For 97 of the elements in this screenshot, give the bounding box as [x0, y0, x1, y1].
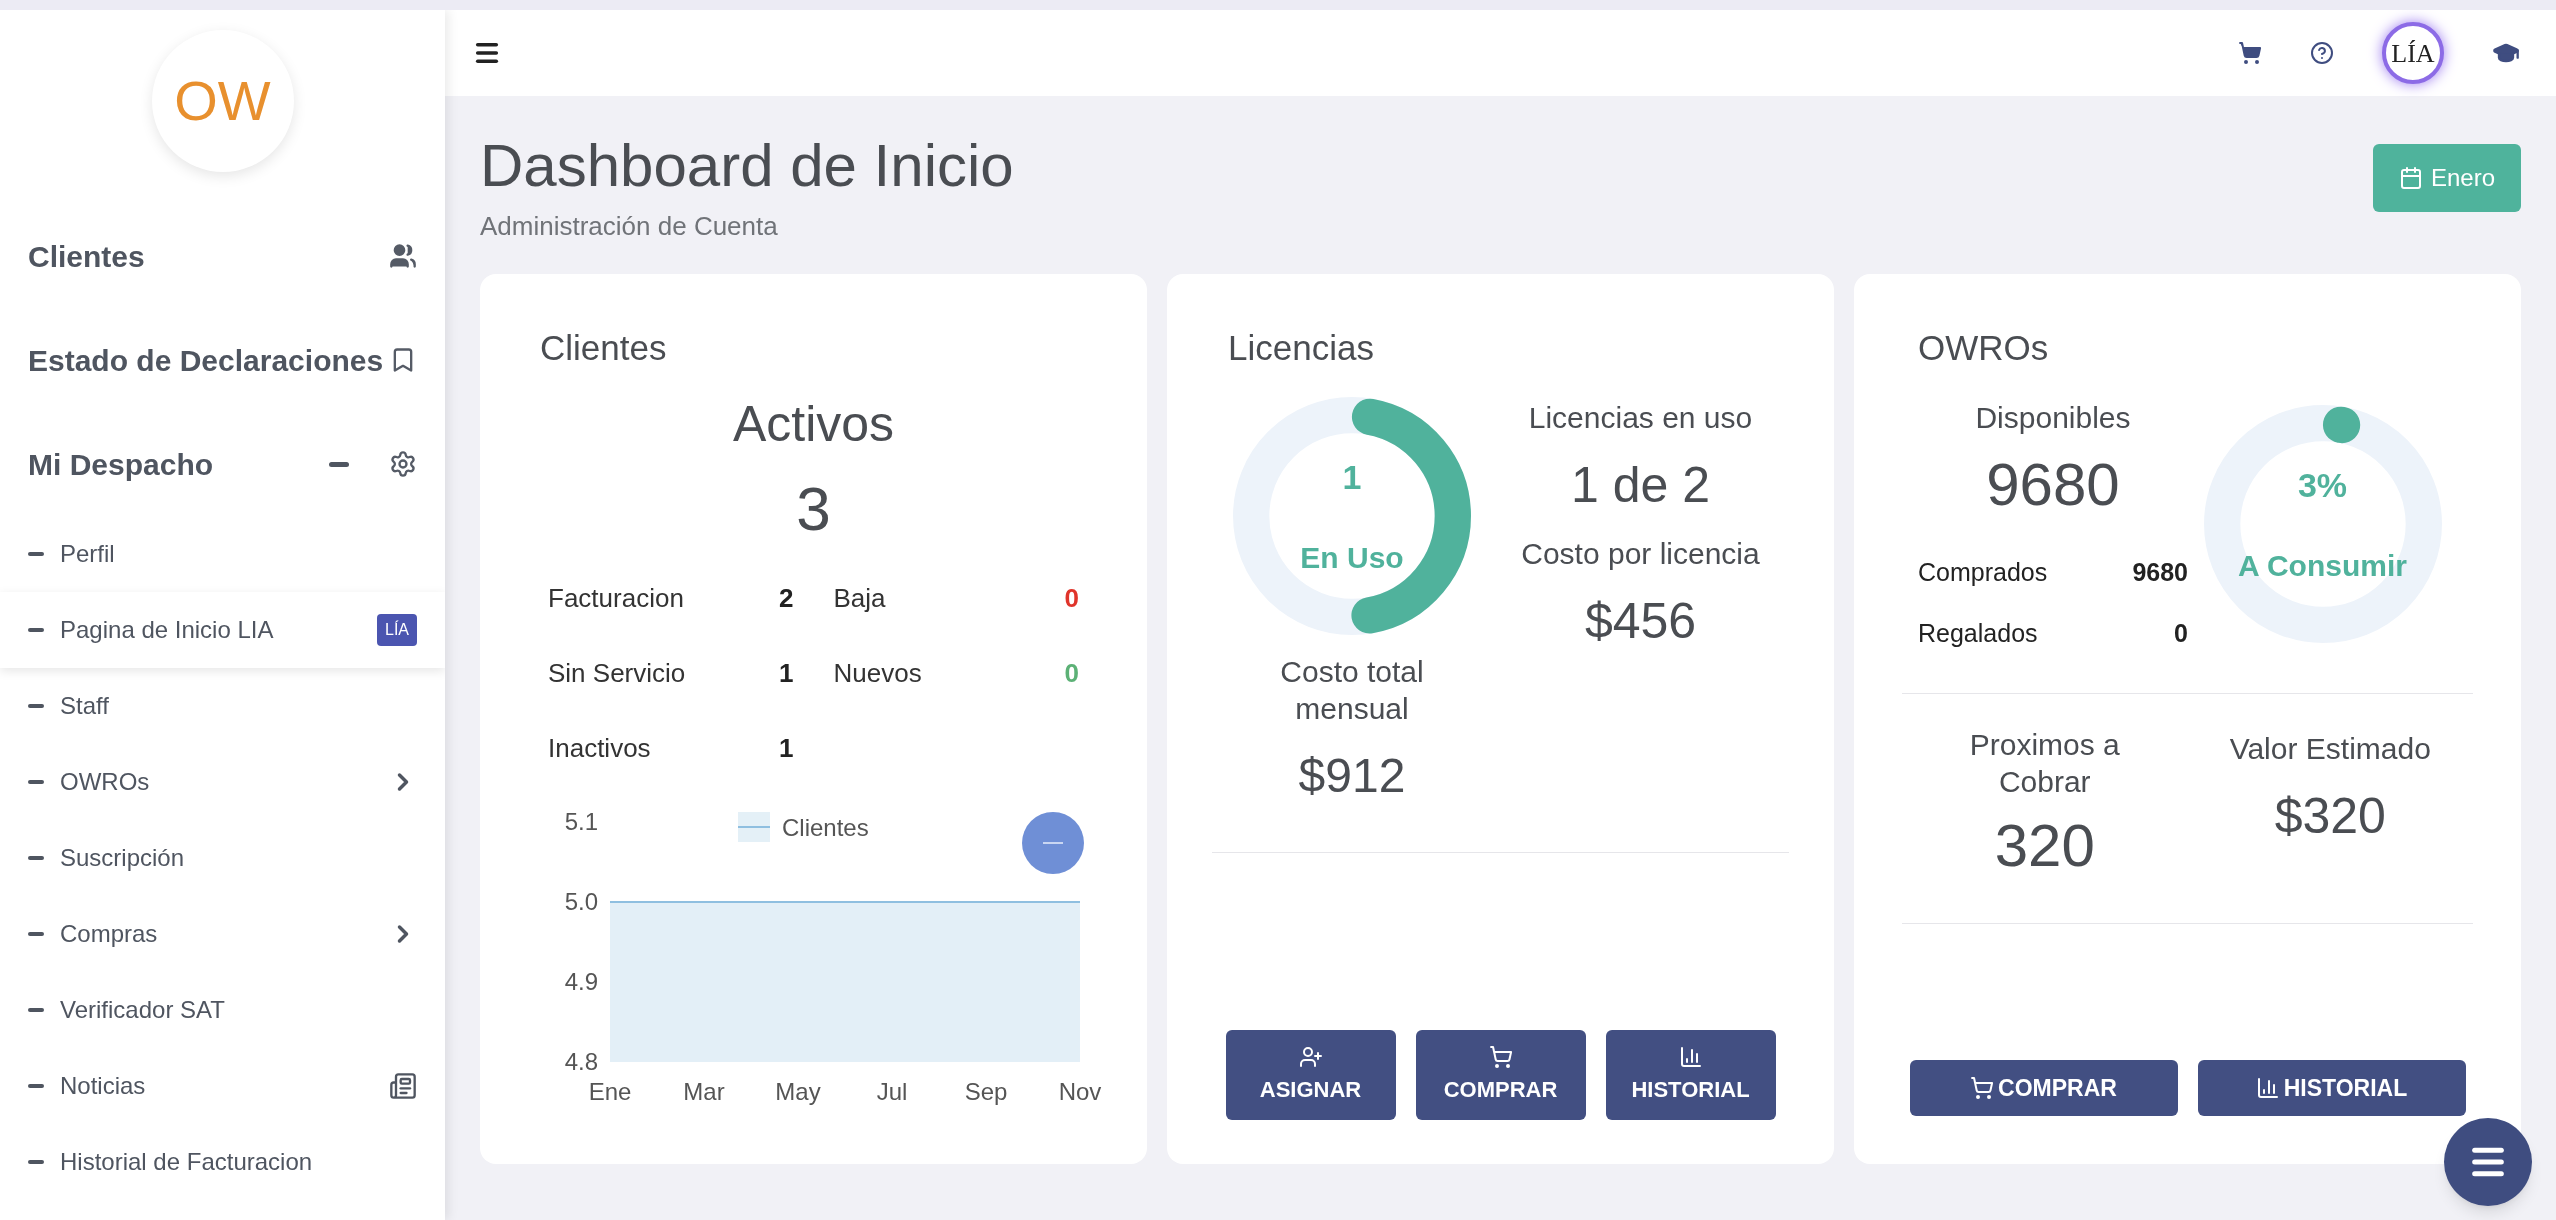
estimate-label: Valor Estimado: [2229, 730, 2431, 767]
sidebar-item[interactable]: OWROs: [0, 744, 445, 820]
dash-icon: [28, 704, 44, 708]
dash-icon: [28, 856, 44, 860]
cart-icon[interactable]: [2238, 41, 2262, 65]
x-tick-label: Jul: [876, 1077, 908, 1105]
sidebar-item[interactable]: Compras: [0, 896, 445, 972]
sidebar-item-label: Suscripción: [60, 843, 185, 873]
sidebar-item[interactable]: Perfil: [0, 516, 445, 592]
dash-icon: [28, 932, 44, 936]
sidebar-item-label: Pagina de Inicio LIA: [60, 615, 274, 645]
user-plus-icon: [1298, 1044, 1323, 1069]
sidebar-item[interactable]: Historial de Facturacion: [0, 1124, 445, 1200]
y-tick-label: 5.0: [564, 887, 598, 915]
sidebar-item[interactable]: Verificador SAT: [0, 972, 445, 1048]
sidebar-item-label: Perfil: [60, 539, 115, 569]
cart-icon: [1970, 1076, 1995, 1100]
dash-icon: [28, 552, 44, 556]
bar-chart-icon: [2255, 1076, 2280, 1100]
users-icon: [389, 242, 417, 270]
legend-label: Clientes: [782, 813, 869, 841]
sidebar-section[interactable]: Clientes: [0, 204, 445, 308]
stat-label: Inactivos: [548, 731, 651, 765]
stat-value: 0: [1064, 656, 1079, 690]
dash-icon: [28, 780, 44, 784]
total-cost: $912: [1298, 747, 1406, 804]
cost-value: $456: [1584, 591, 1697, 651]
in-use-label: Licencias en uso: [1528, 399, 1753, 436]
x-tick-label: Ene: [588, 1077, 632, 1105]
donut-value: 1: [1342, 456, 1362, 498]
available-label: Disponibles: [1974, 399, 2132, 436]
calendar-icon: [2398, 166, 2423, 190]
y-tick-label: 4.8: [564, 1047, 598, 1075]
stat-label: Sin Servicio: [548, 656, 686, 690]
sidebar-section[interactable]: Mi Despacho: [0, 412, 445, 516]
action-button[interactable]: COMPRAR: [1909, 1060, 2178, 1116]
help-icon[interactable]: [2310, 41, 2334, 65]
upcoming-value: 320: [1994, 810, 2095, 881]
legend-swatch: [737, 811, 771, 842]
card-title: Licencias: [1227, 327, 1375, 369]
card-title: Clientes: [540, 327, 668, 369]
sidebar-item[interactable]: Pagina de Inicio LIA LÍA: [0, 592, 445, 668]
active-count: 3: [795, 472, 832, 545]
card-title: OWROs: [1917, 327, 2050, 369]
sidebar-item-label: Historial de Facturacion: [60, 1147, 313, 1177]
cart-icon: [1488, 1044, 1513, 1069]
bar-chart-icon: [1678, 1044, 1703, 1069]
stat-value: 0: [2174, 618, 2188, 649]
available-value: 9680: [1985, 449, 2121, 520]
x-tick-label: Mar: [683, 1077, 725, 1105]
stat-value: 2: [779, 581, 794, 615]
y-tick-label: 5.1: [564, 807, 598, 835]
dash-icon: [28, 1160, 44, 1164]
page-subtitle: Administración de Cuenta: [480, 210, 779, 243]
stat-label: Facturacion: [548, 581, 684, 615]
x-tick-label: Sep: [964, 1077, 1008, 1105]
sidebar-item-label: Compras: [60, 919, 158, 949]
estimate-value: $320: [2274, 786, 2386, 846]
sidebar-item-label: Staff: [60, 691, 109, 721]
newspaper-icon: [389, 1072, 417, 1100]
stat-value: 9680: [2132, 556, 2188, 588]
settings-icon: [389, 450, 417, 478]
total-cost-label: Costo total mensual: [1279, 653, 1425, 727]
dash-icon: [28, 628, 44, 632]
x-tick-label: May: [775, 1077, 821, 1105]
action-button[interactable]: ASIGNAR: [1225, 1030, 1396, 1120]
donut-value: 3%: [2297, 464, 2348, 506]
sidebar-item[interactable]: Noticias: [0, 1048, 445, 1124]
sidebar-item-label: Verificador SAT: [60, 995, 225, 1025]
donut-label: En Uso: [1300, 539, 1404, 576]
stat-value: 0: [1064, 581, 1079, 615]
x-tick-label: Nov: [1058, 1077, 1102, 1105]
sidebar-section[interactable]: Estado de Declaraciones: [0, 308, 445, 412]
y-tick-label: 4.9: [564, 967, 598, 995]
lia-badge: LÍA: [377, 614, 417, 646]
stat-label: Regalados: [1918, 618, 2038, 649]
stat-label: Comprados: [1918, 556, 2048, 588]
avatar[interactable]: LÍA: [2382, 22, 2444, 84]
dash-icon: [28, 1008, 44, 1012]
action-button[interactable]: HISTORIAL: [2197, 1060, 2466, 1116]
action-button[interactable]: COMPRAR: [1415, 1030, 1586, 1120]
active-heading: Activos: [731, 394, 896, 454]
stat-value: 1: [779, 731, 794, 765]
upcoming-label: Proximos a Cobrar: [1968, 726, 2121, 800]
sidebar-item-label: OWROs: [60, 767, 150, 797]
stat-label: Baja: [833, 581, 886, 615]
page-title: Dashboard de Inicio: [480, 131, 1014, 201]
dash-icon: [28, 1084, 44, 1088]
in-use-value: 1 de 2: [1571, 455, 1710, 515]
donut-label: A Consumir: [2238, 547, 2407, 584]
sidebar-item-label: Noticias: [60, 1071, 146, 1101]
cost-label: Costo por licencia: [1521, 535, 1760, 572]
stat-label: Nuevos: [833, 656, 922, 690]
action-button[interactable]: HISTORIAL: [1605, 1030, 1776, 1120]
stat-value: 1: [779, 656, 794, 690]
sidebar-item[interactable]: Staff: [0, 668, 445, 744]
sidebar-item[interactable]: Suscripción: [0, 820, 445, 896]
